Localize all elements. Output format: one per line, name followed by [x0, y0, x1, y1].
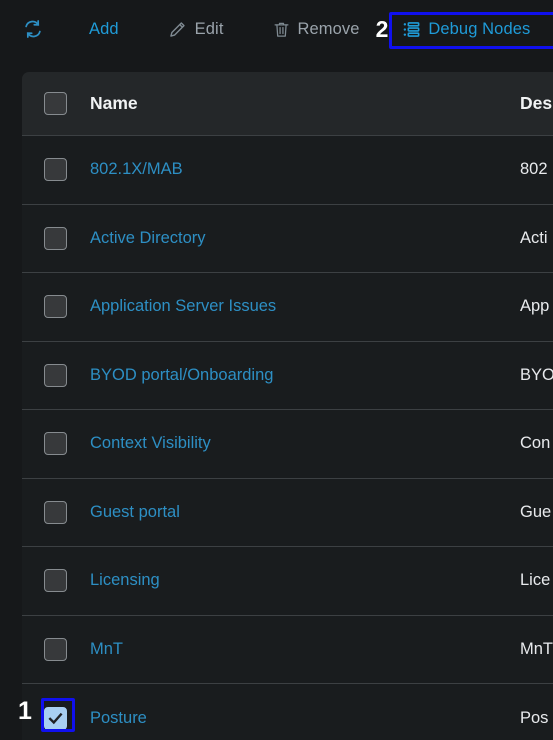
row-name-link[interactable]: Context Visibility — [90, 434, 211, 453]
row-name-link[interactable]: Active Directory — [90, 229, 206, 248]
row-name-link[interactable]: Application Server Issues — [90, 297, 276, 316]
row-name-link[interactable]: BYOD portal/Onboarding — [90, 366, 273, 385]
table-row[interactable]: Guest portal Gue — [22, 479, 553, 547]
table-row[interactable]: Licensing Lice — [22, 547, 553, 616]
column-header-name[interactable]: Name — [90, 93, 138, 114]
row-description: Pos — [520, 708, 549, 727]
table-body: 802.1X/MAB 802 Active Directory Acti Applica… — [22, 136, 553, 740]
table-row[interactable]: Context Visibility Con — [22, 410, 553, 479]
row-description: BYO — [520, 365, 553, 384]
row-description: Gue — [520, 502, 552, 521]
row-checkbox[interactable] — [44, 706, 67, 730]
add-label: Add — [89, 19, 119, 38]
nodes-table: Name Des 802.1X/MAB 802 Active Directory Ac… — [22, 72, 553, 740]
edit-label: Edit — [194, 19, 224, 38]
table-row[interactable]: BYOD portal/Onboarding BYO — [22, 342, 553, 410]
add-button[interactable]: Add — [85, 12, 123, 46]
row-description: Con — [520, 434, 551, 453]
row-checkbox[interactable] — [44, 432, 67, 456]
row-checkbox[interactable] — [44, 637, 67, 661]
edit-button[interactable]: Edit — [163, 12, 228, 46]
remove-button[interactable]: Remove — [268, 12, 364, 46]
row-checkbox[interactable] — [44, 295, 67, 319]
table-row[interactable]: Posture Pos — [22, 684, 553, 740]
row-name-link[interactable]: Guest portal — [90, 503, 180, 522]
table-row[interactable]: 802.1X/MAB 802 — [22, 136, 553, 205]
row-name-link[interactable]: Posture — [90, 709, 147, 728]
table-header-row: Name Des — [22, 72, 553, 136]
list-icon — [402, 20, 421, 39]
row-name-link[interactable]: 802.1X/MAB — [90, 160, 183, 179]
select-all-checkbox[interactable] — [44, 92, 67, 115]
pencil-icon — [167, 19, 188, 40]
row-description: Lice — [520, 571, 551, 590]
table-row[interactable]: MnT MnT — [22, 616, 553, 684]
row-checkbox[interactable] — [44, 569, 67, 593]
table-row[interactable]: Active Directory Acti — [22, 205, 553, 273]
row-checkbox[interactable] — [44, 500, 67, 524]
debug-nodes-page: Add Edit Remove 2 Debug Nodes Name Des 8… — [0, 0, 553, 740]
row-checkbox[interactable] — [44, 363, 67, 387]
row-description: 802 — [520, 160, 548, 179]
annotation-marker-2: 2 — [375, 15, 389, 42]
debug-nodes-label: Debug Nodes — [428, 19, 531, 38]
row-name-link[interactable]: MnT — [90, 640, 123, 659]
table-toolbar: Add Edit Remove 2 Debug Nodes — [0, 0, 553, 58]
trash-icon — [272, 19, 291, 40]
table-row[interactable]: Application Server Issues App — [22, 273, 553, 342]
remove-label: Remove — [297, 19, 360, 38]
annotation-marker-1: 1 — [18, 697, 32, 725]
row-description: App — [520, 297, 550, 316]
row-checkbox[interactable] — [44, 158, 67, 182]
refresh-button[interactable] — [18, 12, 48, 46]
refresh-icon — [22, 18, 44, 40]
row-description: Acti — [520, 228, 548, 247]
column-header-description[interactable]: Des — [520, 93, 552, 114]
row-name-link[interactable]: Licensing — [90, 571, 160, 590]
row-checkbox[interactable] — [44, 226, 67, 250]
row-description: MnT — [520, 639, 553, 658]
debug-nodes-button[interactable]: Debug Nodes — [395, 12, 536, 46]
